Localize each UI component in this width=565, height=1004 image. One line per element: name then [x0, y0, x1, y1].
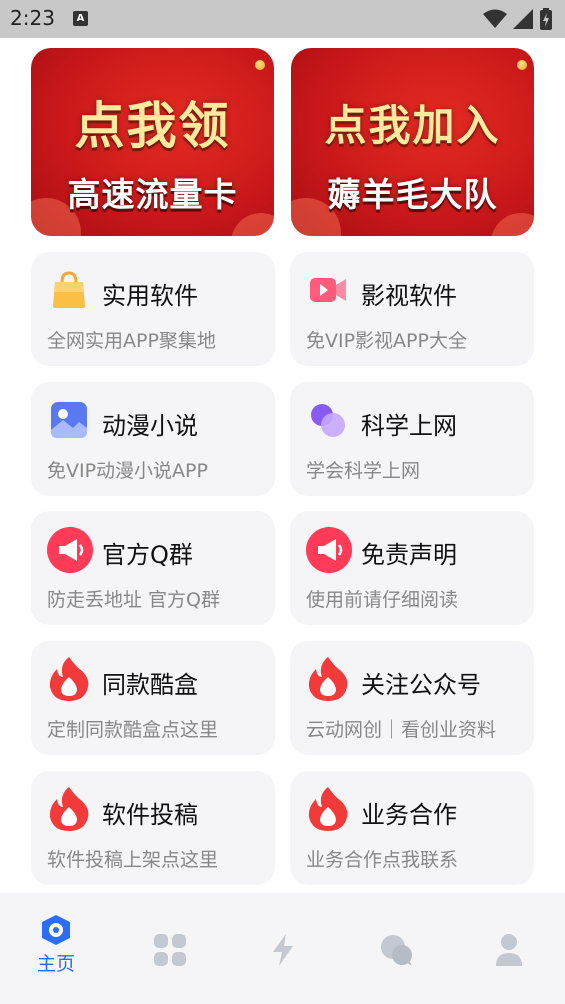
status-time: 2:23 — [10, 6, 55, 30]
card-subtitle: 全网实用APP聚集地 — [47, 330, 216, 352]
flame-icon — [308, 787, 348, 831]
tab-chat[interactable] — [366, 913, 426, 983]
megaphone-icon — [47, 527, 93, 573]
tab-home[interactable]: 主页 — [26, 913, 86, 983]
flame-icon — [49, 657, 89, 701]
status-bar: 2:23 A — [0, 0, 565, 38]
card-follow-account[interactable]: 关注公众号 云动网创｜看创业资料 — [290, 641, 534, 755]
card-science-net[interactable]: 科学上网 学会科学上网 — [290, 382, 534, 496]
home-icon — [42, 915, 70, 945]
lightning-icon — [273, 934, 293, 966]
card-title: 影视软件 — [361, 282, 457, 310]
card-subtitle: 使用前请仔细阅读 — [306, 589, 459, 611]
banner-traffic-card[interactable]: 点我领 高速流量卡 — [31, 48, 274, 236]
decor-bubble — [491, 213, 534, 236]
card-business[interactable]: 业务合作 业务合作点我联系 — [290, 771, 534, 885]
card-subtitle: 免VIP动漫小说APP — [47, 460, 208, 482]
card-title: 实用软件 — [102, 282, 198, 310]
card-same-box[interactable]: 同款酷盒 定制同款酷盒点这里 — [31, 641, 275, 755]
card-subtitle: 防走丢地址 官方Q群 — [47, 589, 220, 611]
card-title: 软件投稿 — [102, 801, 198, 829]
card-utility-apps[interactable]: 实用软件 全网实用APP聚集地 — [31, 252, 275, 366]
banner-subline: 薅羊毛大队 — [327, 175, 498, 214]
banner-join-team[interactable]: 点我加入 薅羊毛大队 — [291, 48, 534, 236]
card-title: 同款酷盒 — [102, 671, 198, 699]
card-title: 免责声明 — [361, 541, 457, 569]
card-title: 动漫小说 — [102, 412, 198, 440]
card-title: 业务合作 — [361, 801, 457, 829]
card-subtitle: 定制同款酷盒点这里 — [47, 719, 219, 741]
user-icon — [496, 934, 522, 966]
grid-icon — [154, 934, 186, 966]
card-title: 科学上网 — [361, 412, 457, 440]
card-subtitle: 云动网创｜看创业资料 — [306, 719, 497, 741]
card-submit-software[interactable]: 软件投稿 软件投稿上架点这里 — [31, 771, 275, 885]
notification-icon: A — [73, 11, 88, 26]
tab-home-label: 主页 — [36, 953, 75, 975]
card-subtitle: 学会科学上网 — [306, 460, 421, 482]
coin-decoration — [517, 60, 527, 70]
banner-headline: 点我加入 — [324, 101, 501, 150]
flame-icon — [308, 657, 348, 701]
card-subtitle: 软件投稿上架点这里 — [47, 849, 219, 871]
tab-profile[interactable] — [479, 913, 539, 983]
card-subtitle: 免VIP影视APP大全 — [306, 330, 467, 352]
card-qq-group[interactable]: 官方Q群 防走丢地址 官方Q群 — [31, 511, 275, 625]
card-title: 官方Q群 — [102, 541, 193, 569]
image-icon — [51, 402, 87, 438]
coin-decoration — [255, 60, 265, 70]
card-subtitle: 业务合作点我联系 — [306, 849, 459, 871]
megaphone-icon — [306, 527, 352, 573]
wifi-icon — [483, 9, 507, 28]
banner-headline: 点我领 — [74, 97, 231, 155]
circles-icon — [311, 404, 345, 437]
tab-apps[interactable] — [140, 913, 200, 983]
banner-subline: 高速流量卡 — [67, 175, 238, 214]
battery-icon — [540, 8, 552, 30]
bottom-tab-bar: 主页 — [0, 893, 565, 1004]
card-title: 关注公众号 — [361, 671, 481, 699]
card-anime-novel[interactable]: 动漫小说 免VIP动漫小说APP — [31, 382, 275, 496]
flame-icon — [49, 787, 89, 831]
tab-flash[interactable] — [253, 913, 313, 983]
status-icons — [483, 8, 553, 30]
chat-bubbles-icon — [381, 935, 412, 966]
decor-bubble — [231, 213, 274, 236]
signal-icon — [513, 9, 533, 29]
card-disclaimer[interactable]: 免责声明 使用前请仔细阅读 — [290, 511, 534, 625]
card-video-apps[interactable]: 影视软件 免VIP影视APP大全 — [290, 252, 534, 366]
video-camera-icon — [310, 278, 346, 302]
shopping-bag-icon — [53, 271, 85, 308]
